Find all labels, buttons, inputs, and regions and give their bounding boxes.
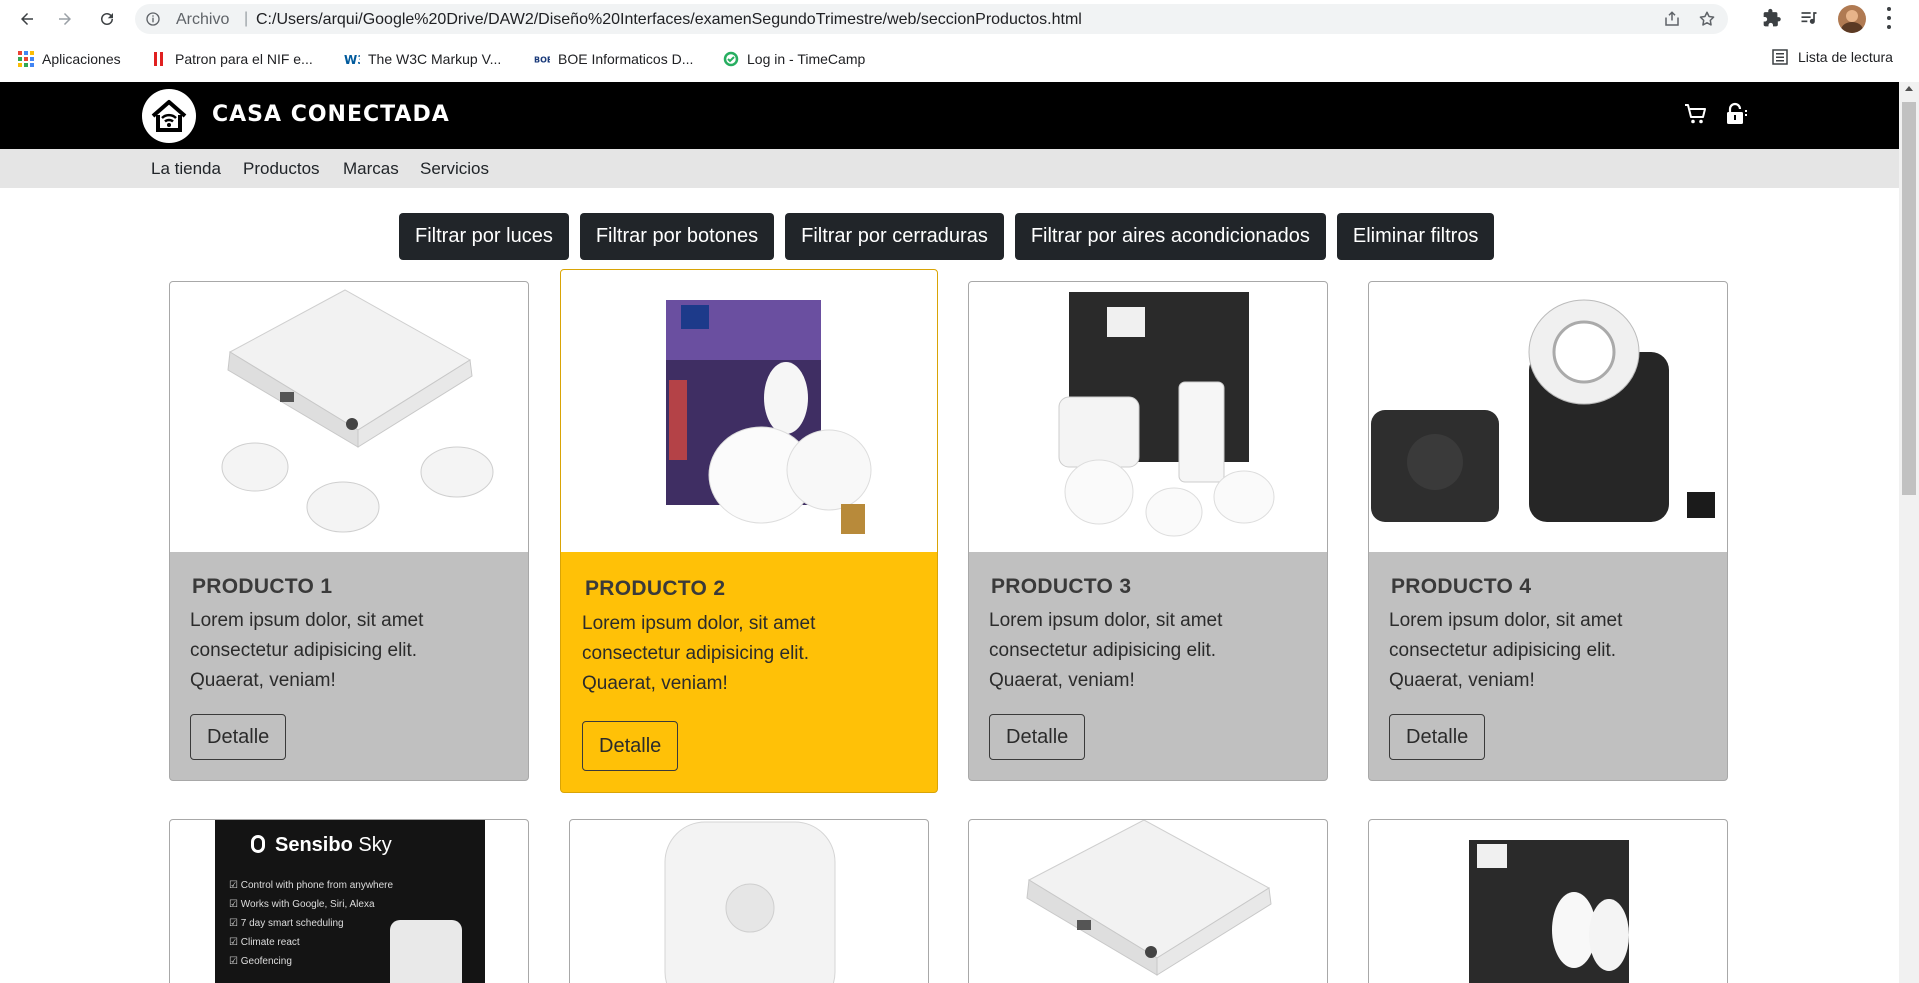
sensibo-features: ☑ Control with phone from anywhere ☑ Wor… xyxy=(229,880,394,967)
product-image xyxy=(1369,282,1727,552)
bookmark-apps[interactable]: Aplicaciones xyxy=(18,49,121,69)
bookmark-label: Patron para el NIF e... xyxy=(175,51,313,67)
bookmark-w3c[interactable]: W3 The W3C Markup V... xyxy=(344,49,501,69)
extensions-puzzle-icon[interactable] xyxy=(1762,8,1782,28)
product-card: PRODUCTO 3 Lorem ipsum dolor, sit amet co… xyxy=(968,281,1328,781)
forward-button[interactable] xyxy=(52,6,78,32)
nuki-smart-lock-image-icon xyxy=(1371,299,1715,522)
filter-bar: Filtrar por luces Filtrar por botones Fi… xyxy=(399,213,1495,260)
product-card xyxy=(569,819,929,983)
product-card xyxy=(1368,819,1728,983)
product-card: PRODUCTO 1 Lorem ipsum dolor, sit amet co… xyxy=(169,281,529,781)
lock-icon[interactable] xyxy=(1724,102,1748,126)
detail-button[interactable]: Detalle xyxy=(190,714,287,760)
nav-marcas[interactable]: Marcas xyxy=(343,159,399,179)
info-icon[interactable] xyxy=(145,11,161,27)
reading-list-button[interactable]: Lista de lectura xyxy=(1772,49,1893,65)
filter-locks-button[interactable]: Filtrar por cerraduras xyxy=(785,213,1004,260)
reading-list-label: Lista de lectura xyxy=(1798,49,1893,65)
bookmarks-bar: Aplicaciones Patron para el NIF e... W3 … xyxy=(0,38,1919,82)
reading-list-icon xyxy=(1772,49,1788,65)
smart-home-logo-icon xyxy=(151,100,187,132)
browser-toolbar: Archivo | C:/Users/arqui/Google%20Drive/… xyxy=(0,0,1919,38)
svg-text:W3: W3 xyxy=(344,53,360,67)
site-header: CASA CONECTADA xyxy=(0,82,1899,149)
w3c-icon: W3 xyxy=(344,53,360,67)
back-arrow-icon xyxy=(21,13,33,25)
browser-menu-icon[interactable] xyxy=(1886,7,1892,29)
sensibo-model: Sky xyxy=(358,834,392,856)
nav-la-tienda[interactable]: La tienda xyxy=(151,159,221,179)
nav-servicios[interactable]: Servicios xyxy=(420,159,489,179)
sensibo-brand: Sensibo xyxy=(275,834,353,856)
reload-icon xyxy=(101,13,113,25)
motion-sensor-image-icon xyxy=(664,821,836,983)
page-scrollbar[interactable] xyxy=(1899,82,1919,983)
phone-image-icon xyxy=(390,920,462,983)
product-card: Sensibo Sky ☑ Control with phone from an… xyxy=(169,819,529,983)
bookmark-star-icon[interactable] xyxy=(1698,10,1716,28)
brand-name[interactable]: CASA CONECTADA xyxy=(212,102,450,127)
timecamp-icon xyxy=(723,51,739,67)
scroll-up-arrow-icon[interactable] xyxy=(1905,86,1913,91)
page-viewport: CASA CONECTADA La tienda Productos Marca… xyxy=(0,82,1899,983)
product-title: PRODUCTO 2 xyxy=(585,577,726,600)
reload-button[interactable] xyxy=(94,6,120,32)
boe-icon: BOE xyxy=(534,56,550,65)
url-text[interactable]: C:/Users/arqui/Google%20Drive/DAW2/Diseñ… xyxy=(256,11,1082,29)
product-title: PRODUCTO 3 xyxy=(991,575,1132,598)
clear-filters-button[interactable]: Eliminar filtros xyxy=(1336,213,1495,260)
nav-productos[interactable]: Productos xyxy=(243,159,320,179)
product-description: Lorem ipsum dolor, sit amet consectetur a… xyxy=(582,613,816,694)
main-nav: La tienda Productos Marcas Servicios xyxy=(0,149,1899,188)
bookmark-label: Log in - TimeCamp xyxy=(747,51,866,67)
media-queue-icon[interactable] xyxy=(1799,8,1819,28)
product-title: PRODUCTO 4 xyxy=(1391,575,1532,598)
bookmark-label: BOE Informaticos D... xyxy=(558,51,694,67)
red-bars-icon xyxy=(154,52,163,66)
detail-button[interactable]: Detalle xyxy=(989,714,1086,760)
product-title: PRODUCTO 1 xyxy=(192,575,333,598)
svg-text:BOE: BOE xyxy=(534,56,550,65)
flic-hub-image-icon xyxy=(221,289,494,533)
product-description: Lorem ipsum dolor, sit amet consectetur a… xyxy=(190,610,424,691)
bookmark-nif[interactable]: Patron para el NIF e... xyxy=(151,49,313,69)
forward-arrow-icon xyxy=(59,13,71,25)
product-image xyxy=(969,282,1327,552)
bookmark-timecamp[interactable]: Log in - TimeCamp xyxy=(723,49,865,69)
share-icon[interactable] xyxy=(1663,10,1681,28)
sensibo-sky-image: Sensibo Sky ☑ Control with phone from an… xyxy=(215,820,485,983)
product-image xyxy=(561,270,937,552)
filter-ac-button[interactable]: Filtrar por aires acondicionados xyxy=(1014,213,1326,260)
profile-avatar[interactable] xyxy=(1838,5,1866,33)
logo[interactable] xyxy=(142,89,196,143)
scroll-thumb[interactable] xyxy=(1902,102,1916,495)
philips-hue-color-kit-image-icon xyxy=(666,300,872,534)
philips-hue-kit-image-icon xyxy=(1469,840,1629,983)
product-description: Lorem ipsum dolor, sit amet consectetur a… xyxy=(989,610,1223,691)
back-button[interactable] xyxy=(14,6,40,32)
product-card: PRODUCTO 4 Lorem ipsum dolor, sit amet co… xyxy=(1368,281,1728,781)
product-image xyxy=(170,282,528,552)
product-card xyxy=(968,819,1328,983)
address-bar[interactable]: Archivo | C:/Users/arqui/Google%20Drive/… xyxy=(135,4,1728,34)
filter-lights-button[interactable]: Filtrar por luces xyxy=(399,213,569,260)
product-card-highlighted: PRODUCTO 2 Lorem ipsum dolor, sit amet co… xyxy=(560,269,938,793)
bookmark-label: The W3C Markup V... xyxy=(368,51,502,67)
flic-hub-image-icon xyxy=(1026,820,1272,976)
detail-button[interactable]: Detalle xyxy=(1389,714,1486,760)
bookmark-boe[interactable]: BOE BOE Informaticos D... xyxy=(534,49,693,69)
filter-buttons-button[interactable]: Filtrar por botones xyxy=(579,213,775,260)
cart-icon[interactable] xyxy=(1684,103,1708,125)
product-description: Lorem ipsum dolor, sit amet consectetur a… xyxy=(1389,610,1623,691)
detail-button[interactable]: Detalle xyxy=(582,721,679,771)
bookmark-label: Aplicaciones xyxy=(42,51,121,67)
sensibo-logo-icon xyxy=(251,835,265,853)
philips-hue-white-kit-image-icon xyxy=(1058,292,1275,537)
omnibox-separator: | xyxy=(244,10,249,27)
apps-grid-icon xyxy=(18,51,34,67)
file-scheme-label: Archivo xyxy=(176,11,230,28)
